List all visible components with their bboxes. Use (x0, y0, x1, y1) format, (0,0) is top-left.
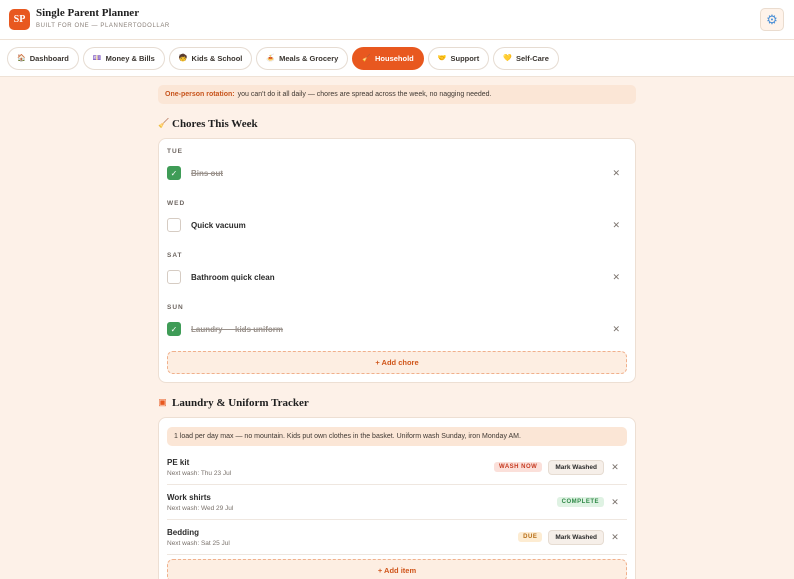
chore-row: Bathroom quick clean ✕ (167, 262, 627, 292)
close-icon: ✕ (612, 323, 620, 334)
section-title: Chores This Week (172, 117, 258, 130)
close-icon: ✕ (611, 531, 619, 542)
chore-name: Laundry — kids uniform (191, 324, 284, 334)
tab-label: Money & Bills (105, 53, 155, 63)
close-icon: ✕ (611, 461, 619, 472)
status-badge: WASH NOW (493, 462, 543, 472)
money-icon: 💷 (92, 55, 102, 62)
rotation-tip: One-person rotation: you can't do it all… (158, 85, 636, 104)
tab-label: Household (375, 53, 414, 63)
tab-self-care[interactable]: 💛 Self-Care (493, 46, 559, 70)
tab-label: Meals & Grocery (279, 53, 339, 63)
household-panel: One-person rotation: you can't do it all… (158, 85, 636, 579)
delete-chore-button[interactable]: ✕ (612, 324, 620, 335)
food-icon: 🍝 (266, 55, 276, 62)
tab-label: Self-Care (515, 53, 549, 63)
delete-item-button[interactable]: ✕ (610, 462, 620, 473)
add-item-button[interactable]: + Add item (167, 559, 627, 579)
chore-name: Quick vacuum (191, 220, 246, 230)
laundry-row: Work shirts Next wash: Wed 29 Jul COMPLE… (167, 485, 627, 520)
laundry-item-name: Bedding (167, 527, 199, 537)
delete-chore-button[interactable]: ✕ (612, 272, 620, 283)
app-header: SP Single Parent Planner BUILT FOR ONE —… (0, 0, 794, 40)
day-label: SAT (167, 252, 183, 259)
close-icon: ✕ (612, 271, 620, 282)
chore-name: Bathroom quick clean (191, 272, 275, 282)
close-icon: ✕ (611, 496, 619, 507)
delete-item-button[interactable]: ✕ (610, 532, 620, 543)
broom-icon: 🧹 (158, 118, 170, 128)
chore-row: ✓ Bins out ✕ (167, 158, 627, 188)
add-chore-button[interactable]: + Add chore (167, 351, 627, 374)
heart-icon: 💛 (503, 55, 512, 62)
broom-icon: 🧹 (362, 55, 372, 62)
delete-chore-button[interactable]: ✕ (612, 220, 620, 231)
tab-meals-grocery[interactable]: 🍝 Meals & Grocery (256, 46, 349, 70)
laundry-item-name: Work shirts (167, 492, 211, 502)
house-icon: 🏠 (17, 55, 26, 62)
next-wash-date: Next wash: Sat 25 Jul (167, 539, 230, 547)
check-icon: ✓ (170, 168, 178, 178)
child-icon: 🧒 (178, 55, 188, 62)
tab-label: Dashboard (29, 53, 69, 63)
tab-label: Kids & School (191, 53, 243, 63)
tab-support[interactable]: 🤝 Support (427, 46, 490, 70)
laundry-note: 1 load per day max — no mountain. Kids p… (167, 427, 627, 446)
tab-label: Support (450, 53, 480, 63)
chore-row: Quick vacuum ✕ (167, 210, 627, 240)
tab-bar: 🏠 Dashboard 💷 Money & Bills 🧒 Kids & Sch… (0, 40, 794, 77)
status-badge: COMPLETE (556, 497, 604, 507)
laundry-heading: ▣ Laundry & Uniform Tracker (158, 395, 636, 410)
chores-heading: 🧹 Chores This Week (158, 116, 636, 131)
washing-machine-icon: ▣ (158, 397, 167, 407)
mark-washed-button[interactable]: Mark Washed (548, 529, 604, 545)
chore-checkbox[interactable]: ✓ (167, 322, 181, 336)
next-wash-date: Next wash: Thu 23 Jul (167, 469, 232, 477)
app-logo: SP (9, 9, 30, 30)
tab-kids-school[interactable]: 🧒 Kids & School (168, 46, 253, 70)
gear-icon: ⚙ (766, 11, 778, 27)
chore-checkbox[interactable]: ✓ (167, 166, 181, 180)
delete-item-button[interactable]: ✕ (610, 497, 620, 508)
close-icon: ✕ (612, 219, 620, 230)
section-title: Laundry & Uniform Tracker (172, 396, 309, 409)
chore-checkbox[interactable] (167, 218, 181, 232)
settings-button[interactable]: ⚙ (760, 8, 784, 31)
laundry-card: 1 load per day max — no mountain. Kids p… (158, 417, 636, 579)
delete-chore-button[interactable]: ✕ (612, 168, 620, 179)
day-label: TUE (167, 148, 183, 155)
app-subtitle: BUILT FOR ONE — PLANNERTODOLLAR (36, 23, 170, 29)
chore-checkbox[interactable] (167, 270, 181, 284)
close-icon: ✕ (612, 167, 620, 178)
chore-row: ✓ Laundry — kids uniform ✕ (167, 314, 627, 344)
status-badge: DUE (518, 532, 543, 542)
laundry-row: Bedding Next wash: Sat 25 Jul DUE Mark W… (167, 520, 627, 555)
chores-card: TUE ✓ Bins out ✕ WED Quick vacuum ✕ SAT … (158, 138, 636, 383)
tab-household[interactable]: 🧹 Household (352, 46, 424, 70)
laundry-item-name: PE kit (167, 457, 190, 467)
day-label: SUN (167, 304, 184, 311)
tab-money-bills[interactable]: 💷 Money & Bills (82, 46, 165, 70)
app-title: Single Parent Planner (36, 7, 140, 19)
tip-title: One-person rotation: (165, 91, 235, 98)
tab-dashboard[interactable]: 🏠 Dashboard (7, 46, 79, 70)
mark-washed-button[interactable]: Mark Washed (548, 459, 604, 475)
chore-name: Bins out (191, 168, 223, 178)
day-label: WED (167, 200, 186, 207)
tip-text: you can't do it all daily — chores are s… (237, 91, 492, 98)
check-icon: ✓ (170, 324, 178, 334)
laundry-row: PE kit Next wash: Thu 23 Jul WASH NOW Ma… (167, 450, 627, 485)
next-wash-date: Next wash: Wed 29 Jul (167, 504, 234, 512)
handshake-icon: 🤝 (437, 55, 447, 62)
